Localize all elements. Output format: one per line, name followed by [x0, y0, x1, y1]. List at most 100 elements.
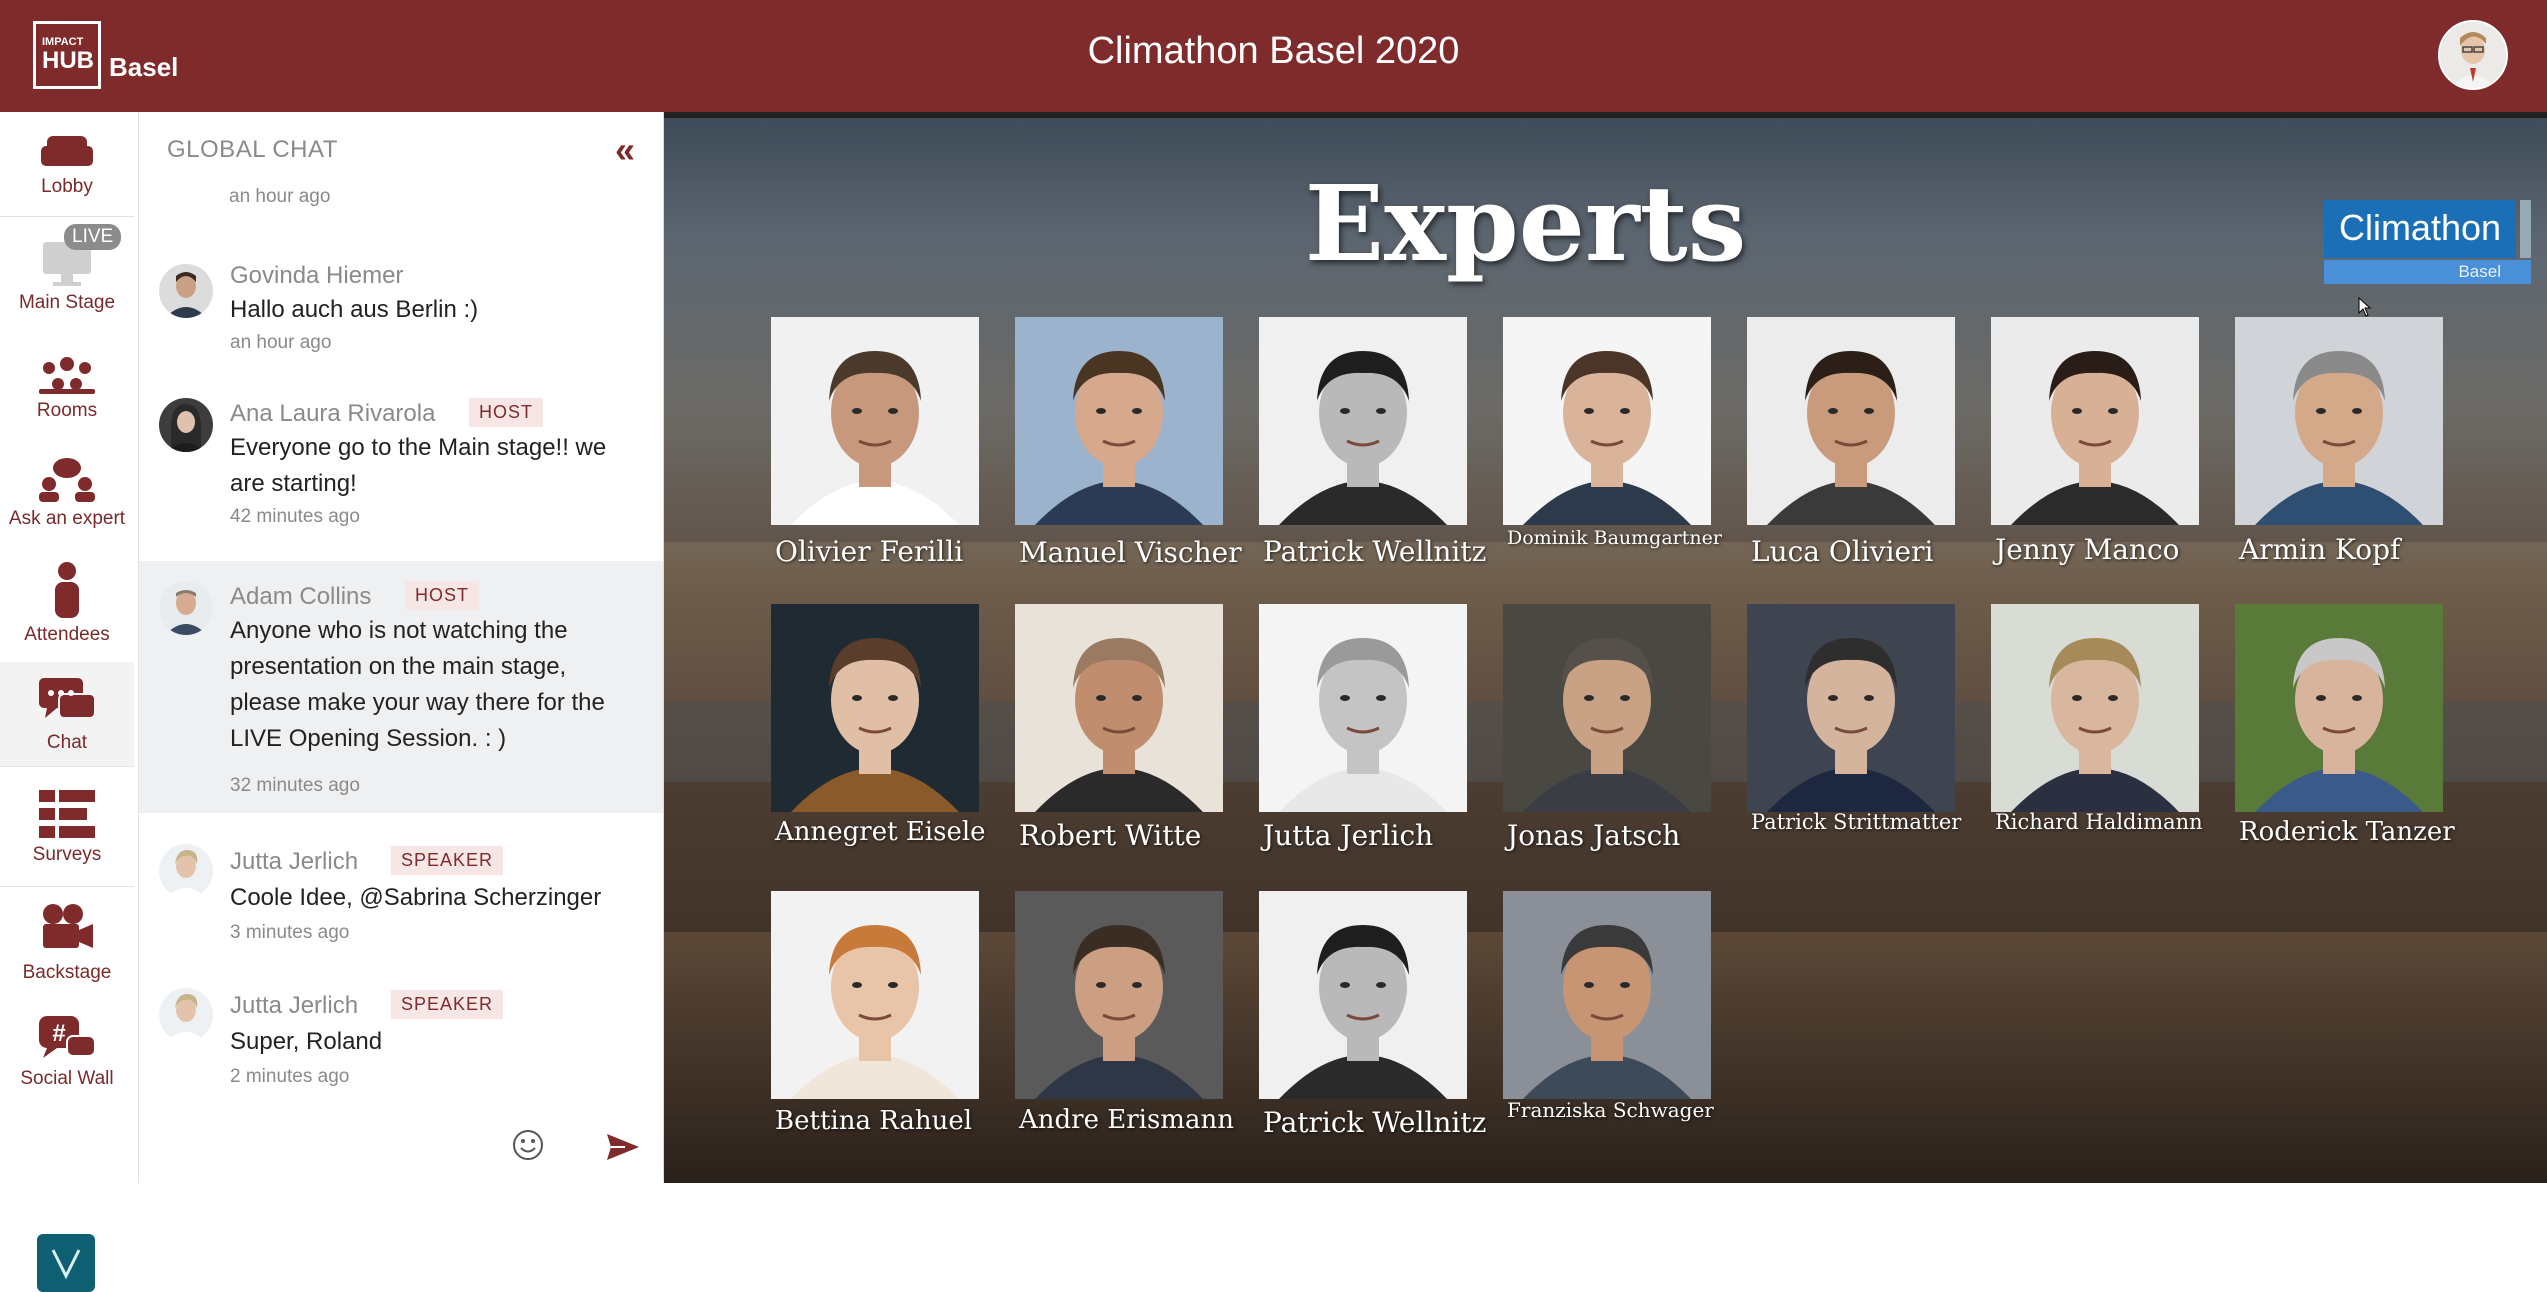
nav-lobby[interactable]: Lobby — [0, 132, 134, 198]
expert-photo — [1503, 604, 1711, 812]
portrait-image-icon — [1503, 604, 1711, 812]
mouse-cursor-icon — [2358, 297, 2372, 317]
nav-rooms-label: Rooms — [36, 400, 98, 421]
nav-lobby-label: Lobby — [41, 176, 93, 197]
hashtag-chat-icon: # — [39, 1016, 96, 1058]
expert-card: Andre Erismann — [1015, 891, 1234, 1151]
nav-social-wall[interactable]: # Social Wall — [0, 1014, 134, 1090]
chat-message: Jutta Jerlich SPEAKER Coole Idee, @Sabri… — [139, 830, 663, 960]
expert-name: Robert Witte — [1019, 819, 1202, 852]
climathon-logo-bar — [2520, 200, 2531, 258]
portrait-image-icon — [1015, 317, 1223, 525]
chat-message: Ana Laura Rivarola HOST Everyone go to t… — [139, 384, 663, 534]
expert-card: Robert Witte — [1015, 604, 1225, 864]
nav-surveys-label: Surveys — [32, 844, 102, 865]
speaker-badge: SPEAKER — [391, 990, 504, 1019]
portrait-image-icon — [1503, 891, 1711, 1099]
expert-name: Jutta Jerlich — [1263, 819, 1434, 852]
venue-v-icon — [51, 1249, 81, 1280]
expert-card: Richard Haldimann — [1991, 604, 2203, 864]
send-button[interactable] — [605, 1132, 641, 1167]
nav-social-wall-label: Social Wall — [20, 1068, 114, 1089]
user-avatar[interactable] — [2438, 20, 2508, 90]
nav-attendees[interactable]: Attendees — [0, 560, 134, 646]
expert-name: Patrick Strittmatter — [1751, 810, 1962, 834]
expert-photo — [2235, 317, 2443, 525]
climathon-logo-city: Basel — [2324, 260, 2531, 284]
expert-chat-icon — [39, 458, 95, 502]
portrait-image-icon — [771, 317, 979, 525]
expert-photo — [1259, 891, 1467, 1099]
climathon-logo-text: Climathon — [2324, 200, 2516, 258]
live-badge: LIVE — [64, 224, 122, 250]
expert-name: Manuel Vischer — [1019, 536, 1242, 569]
nav-backstage-label: Backstage — [22, 962, 112, 983]
expert-photo — [771, 891, 979, 1099]
expert-photo — [1015, 604, 1223, 812]
expert-name: Andre Erismann — [1019, 1105, 1234, 1135]
slide-title: Experts — [1304, 162, 1747, 285]
portrait-image-icon — [1747, 604, 1955, 812]
portrait-image-icon — [1503, 317, 1711, 525]
message-text: Coole Idee, @Sabrina Scherzinger — [230, 884, 602, 911]
main-stage-video[interactable]: Experts Climathon Basel Olivier Ferilli M… — [664, 112, 2547, 1183]
message-author[interactable]: Jutta Jerlich — [230, 992, 358, 1020]
portrait-image-icon — [771, 604, 979, 812]
message-author[interactable]: Govinda Hiemer — [230, 262, 403, 290]
portrait-image-icon — [1259, 317, 1467, 525]
expert-name: Jonas Jatsch — [1507, 819, 1681, 852]
chat-bubbles-icon — [39, 678, 96, 719]
message-author[interactable]: Ana Laura Rivarola — [230, 400, 435, 428]
avatar-photo-icon — [159, 264, 213, 318]
avatar[interactable] — [159, 844, 213, 898]
message-time: an hour ago — [230, 332, 332, 353]
expert-photo — [1991, 317, 2199, 525]
top-header: IMPACT HUB Basel Climathon Basel 2020 — [0, 0, 2547, 112]
avatar[interactable] — [159, 264, 213, 318]
nav-backstage[interactable]: Backstage — [0, 902, 134, 984]
expert-card: Luca Olivieri — [1747, 317, 1957, 577]
nav-ask-expert[interactable]: Ask an expert — [0, 456, 134, 530]
expert-photo — [1747, 317, 1955, 525]
expert-name: Franziska Schwager — [1507, 1098, 1714, 1122]
message-author[interactable]: Adam Collins — [230, 583, 371, 611]
avatar[interactable] — [159, 581, 213, 635]
nav-surveys[interactable]: Surveys — [0, 788, 134, 866]
collapse-chat-button[interactable]: « — [615, 132, 635, 168]
expert-name: Patrick Wellnitz — [1263, 535, 1487, 568]
message-text: Anyone who is not watching the presentat… — [230, 617, 605, 752]
expert-photo — [2235, 604, 2443, 812]
nav-divider — [0, 886, 134, 887]
portrait-image-icon — [2235, 604, 2443, 812]
expert-card: Bettina Rahuel — [771, 891, 981, 1151]
expert-photo — [1015, 317, 1223, 525]
nav-chat[interactable]: Chat — [0, 662, 134, 766]
expert-photo — [1503, 317, 1711, 525]
nav-attendees-label: Attendees — [24, 624, 110, 645]
smiley-icon — [513, 1130, 543, 1160]
survey-icon — [39, 790, 95, 838]
sofa-icon — [41, 136, 93, 166]
message-time: 2 minutes ago — [230, 1066, 350, 1087]
expert-card: Armin Kopf — [2235, 317, 2445, 577]
avatar[interactable] — [159, 988, 213, 1042]
person-icon — [55, 562, 79, 618]
message-author[interactable]: Jutta Jerlich — [230, 848, 358, 876]
nav-rooms[interactable]: Rooms — [0, 356, 134, 422]
expert-card: Roderick Tanzer — [2235, 604, 2455, 864]
expert-name: Jenny Manco — [1995, 533, 2180, 566]
svg-text:#: # — [52, 1020, 65, 1047]
emoji-button[interactable] — [511, 1128, 545, 1167]
expert-photo — [1991, 604, 2199, 812]
expert-card: Patrick Wellnitz — [1259, 891, 1486, 1151]
message-time: 32 minutes ago — [230, 775, 360, 796]
expert-card: Jutta Jerlich — [1259, 604, 1469, 864]
nav-main-stage[interactable]: Main Stage — [0, 240, 134, 314]
message-text: Super, Roland — [230, 1028, 383, 1055]
expert-name: Roderick Tanzer — [2239, 817, 2455, 847]
venue-logo[interactable] — [37, 1234, 95, 1292]
expert-photo — [1015, 891, 1223, 1099]
expert-card: Annegret Eisele — [771, 604, 986, 864]
expert-name: Patrick Wellnitz — [1263, 1106, 1487, 1139]
avatar[interactable] — [159, 398, 213, 452]
